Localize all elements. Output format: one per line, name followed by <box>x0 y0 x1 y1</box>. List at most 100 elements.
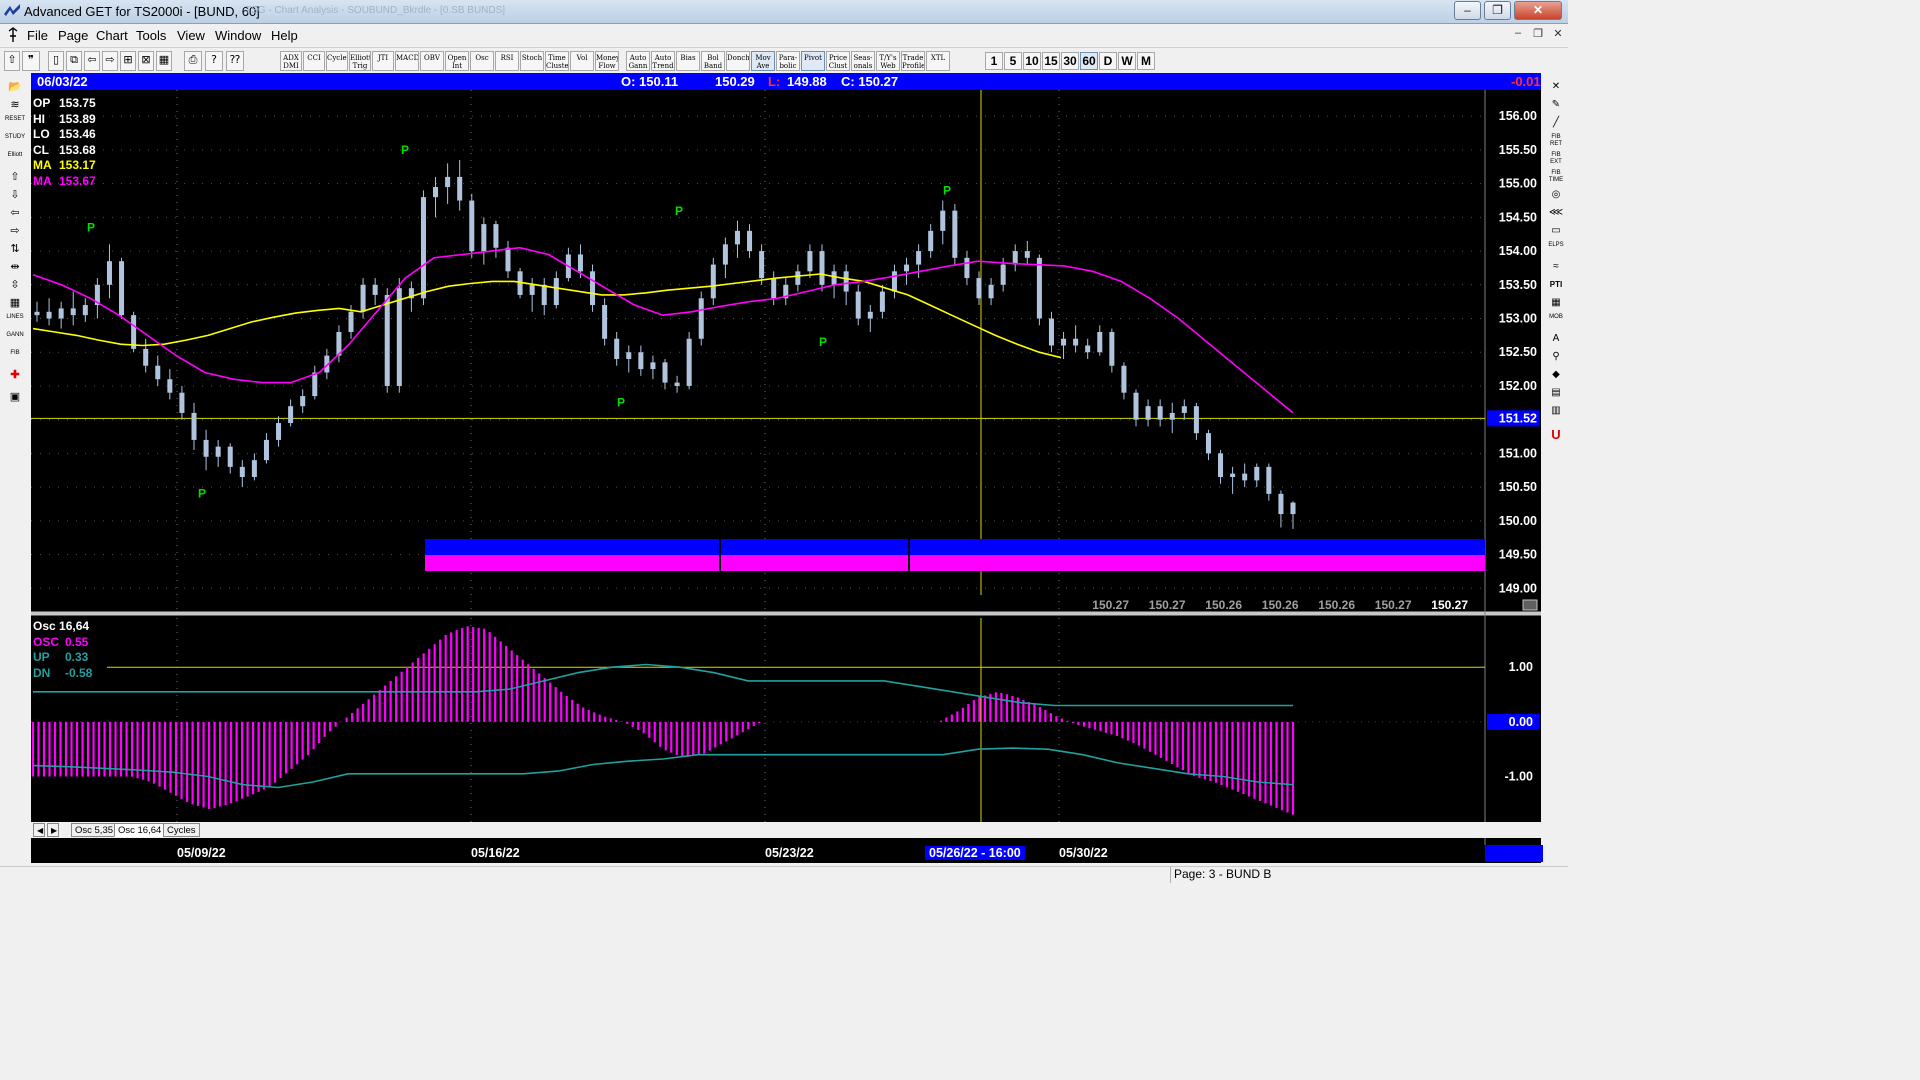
tab-osc-5-35[interactable]: Osc 5,35 <box>71 823 118 837</box>
child-restore-button[interactable]: ❐ <box>1530 27 1546 42</box>
fib-icon[interactable]: FIB <box>4 350 26 365</box>
elliott-icon[interactable]: Elliott <box>4 152 26 167</box>
study-button-stoch[interactable]: Stoch <box>520 51 544 71</box>
study-button-jti[interactable]: JTI <box>372 51 394 71</box>
study-button-mov-ave[interactable]: Mov Ave <box>751 51 775 71</box>
timeframe-button-5[interactable]: 5 <box>1004 52 1022 70</box>
open-icon[interactable]: 📂 <box>4 80 26 95</box>
timeframe-button-60[interactable]: 60 <box>1080 52 1098 70</box>
trendline-icon[interactable]: ╱ <box>1547 116 1565 131</box>
menu-view[interactable]: View <box>177 28 205 43</box>
maximize-button[interactable]: ❐ <box>1484 1 1511 20</box>
fib-ret-icon[interactable]: FIB RET <box>1547 134 1565 149</box>
study-button-vol[interactable]: Vol <box>570 51 594 71</box>
mob-icon[interactable]: MOB <box>1547 314 1565 329</box>
up-arrow-icon[interactable]: ⇧ <box>4 170 26 185</box>
study-button-pivot[interactable]: Pivot <box>801 51 825 71</box>
zoom-icon[interactable]: ⊠ <box>138 51 154 71</box>
child-minimize-button[interactable]: ‒ <box>1510 27 1526 42</box>
split-icon[interactable]: ⇅ <box>4 242 26 257</box>
spiral-icon[interactable]: ◎ <box>1547 188 1565 203</box>
minimize-button[interactable]: ‒ <box>1454 1 1481 20</box>
reset-icon[interactable]: RESET <box>4 116 26 131</box>
timeframe-button-m[interactable]: M <box>1137 52 1155 70</box>
ellipse-icon[interactable]: ELPS <box>1547 242 1565 257</box>
timeframe-button-30[interactable]: 30 <box>1061 52 1079 70</box>
text-tool-icon[interactable]: A <box>1547 332 1565 347</box>
menu-page[interactable]: Page <box>58 28 88 43</box>
help-pointer-icon[interactable]: ⁇ <box>226 51 244 71</box>
left-arrow-icon[interactable]: ⇦ <box>4 206 26 221</box>
study-button-cci[interactable]: CCI <box>303 51 325 71</box>
tab-scroll-left-icon[interactable]: ◀ <box>33 823 45 837</box>
study-button-rsi[interactable]: RSI <box>495 51 519 71</box>
wave-icon[interactable]: ≈ <box>1547 260 1565 275</box>
right-arrow-icon[interactable]: ⇨ <box>4 224 26 239</box>
study-button-t-y-s-web[interactable]: T/Y's Web <box>876 51 900 71</box>
notes-icon[interactable]: ▥ <box>1547 404 1565 419</box>
menu-chart[interactable]: Chart <box>96 28 128 43</box>
close-button[interactable]: ✕ <box>1514 1 1562 20</box>
study-button-para-bolic[interactable]: Para-bolic <box>776 51 800 71</box>
page-icon[interactable]: ▯ <box>48 51 64 71</box>
print-icon[interactable]: ⎙ <box>184 51 202 71</box>
arrow-icon[interactable]: ⇧ <box>4 51 20 71</box>
scroll-left-icon[interactable]: ⇦ <box>84 51 100 71</box>
study-button-auto-gann[interactable]: Auto Gann <box>626 51 650 71</box>
calculator-icon[interactable]: ▤ <box>1547 386 1565 401</box>
box-icon[interactable]: ▭ <box>1547 224 1565 239</box>
study-button-auto-trend[interactable]: Auto Trend <box>651 51 675 71</box>
quote-icon[interactable]: ❞ <box>22 51 40 71</box>
tab-scroll-right-icon[interactable]: ▶ <box>47 823 59 837</box>
study-button-price-clust[interactable]: Price Clust <box>826 51 850 71</box>
study-button-open-int[interactable]: Open Int <box>445 51 469 71</box>
grid-toggle-icon[interactable]: ▦ <box>4 296 26 311</box>
menu-tools[interactable]: Tools <box>136 28 166 43</box>
child-close-button[interactable]: ✕ <box>1550 27 1566 42</box>
study-button-cycles[interactable]: Cycles <box>326 51 348 71</box>
chart-style-icon[interactable]: ≋ <box>4 98 26 113</box>
copy-icon[interactable]: ⧉ <box>66 51 82 71</box>
magnet-icon[interactable]: U <box>1547 428 1565 443</box>
study-button-osc[interactable]: Osc <box>470 51 494 71</box>
layout-icon[interactable]: ⊞ <box>120 51 136 71</box>
study-button-donch[interactable]: Donch <box>726 51 750 71</box>
save-icon[interactable]: ▣ <box>4 390 26 405</box>
fib-ext-icon[interactable]: FIB EXT <box>1547 152 1565 167</box>
study-button-time-cluster[interactable]: Time Cluster <box>545 51 569 71</box>
study-button-macd[interactable]: MACD <box>395 51 419 71</box>
fib-time-icon[interactable]: FIB TIME <box>1547 170 1565 185</box>
crosshair-icon[interactable]: ✚ <box>4 368 26 383</box>
study-button-trade-profile[interactable]: Trade Profile <box>901 51 925 71</box>
study-button-adx-dmi[interactable]: ADX DMI <box>280 51 302 71</box>
pencil-icon[interactable]: ✎ <box>1547 98 1565 113</box>
paint-icon[interactable]: ◆ <box>1547 368 1565 383</box>
timeframe-button-15[interactable]: 15 <box>1042 52 1060 70</box>
menu-file[interactable]: File <box>27 28 48 43</box>
expand-vertical-icon[interactable]: ⇳ <box>4 278 26 293</box>
timeframe-button-d[interactable]: D <box>1099 52 1117 70</box>
down-arrow-icon[interactable]: ⇩ <box>4 188 26 203</box>
timeframe-button-10[interactable]: 10 <box>1023 52 1041 70</box>
tab-cycles[interactable]: Cycles <box>163 823 200 837</box>
study-button-xtl[interactable]: XTL <box>926 51 950 71</box>
magnifier-icon[interactable]: ⚲ <box>1547 350 1565 365</box>
study-button-elliott-trig[interactable]: Elliott Trig <box>349 51 371 71</box>
study-button-bias[interactable]: Bias <box>676 51 700 71</box>
study-button-money-flow[interactable]: Money Flow <box>595 51 619 71</box>
timeframe-button-w[interactable]: W <box>1118 52 1136 70</box>
price-chart[interactable]: 156.00 155.50 155.00 154.50 154.00 153.50 153.… <box>31 90 1541 860</box>
study-button-obv[interactable]: OBV <box>420 51 444 71</box>
fan-icon[interactable]: ⋘ <box>1547 206 1565 221</box>
gann-icon[interactable]: GANN <box>4 332 26 347</box>
menu-help[interactable]: Help <box>271 28 298 43</box>
info-icon[interactable]: ? <box>205 51 223 71</box>
lines-icon[interactable]: LINES <box>4 314 26 329</box>
delete-icon[interactable]: ✕ <box>1547 80 1565 95</box>
study-icon[interactable]: STUDY <box>4 134 26 149</box>
grid-icon[interactable]: ▦ <box>156 51 172 71</box>
study-button-seas-onals[interactable]: Seas-onals <box>851 51 875 71</box>
pti-icon[interactable]: PTI <box>1547 278 1565 293</box>
tab-osc-16-64[interactable]: Osc 16,64 <box>114 823 166 837</box>
matrix-icon[interactable]: ▦ <box>1547 296 1565 311</box>
